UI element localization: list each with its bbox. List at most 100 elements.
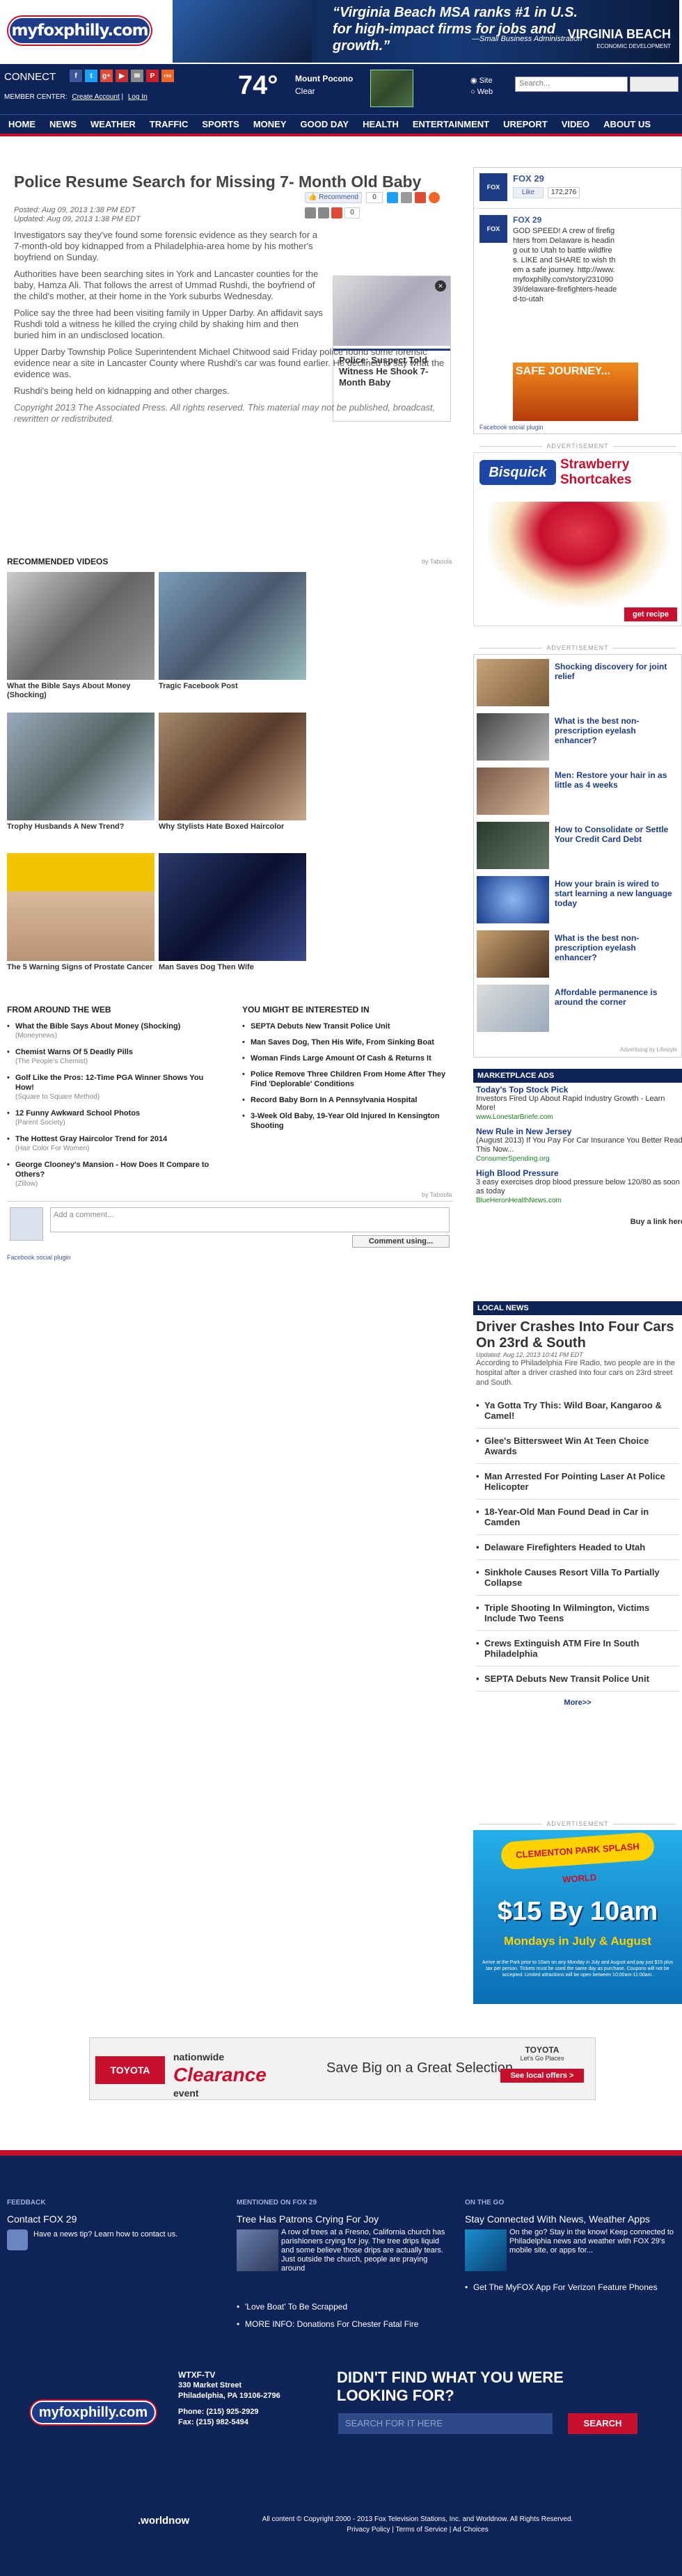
- recommended-video[interactable]: The 5 Warning Signs of Prostate Cancer: [7, 853, 154, 972]
- email-share-icon[interactable]: [401, 192, 412, 203]
- nav-health[interactable]: HEALTH: [356, 115, 406, 134]
- top-banner-ad[interactable]: “Virginia Beach MSA ranks #1 in U.S. for…: [173, 0, 679, 63]
- buy-link[interactable]: Buy a link here: [476, 1218, 682, 1227]
- create-account-link[interactable]: Create Account: [72, 93, 119, 101]
- email-icon[interactable]: [318, 207, 329, 218]
- list-item[interactable]: Glee's Bittersweet Win At Teen Choice Aw…: [476, 1429, 679, 1464]
- nav-entertainment[interactable]: ENTERTAINMENT: [406, 115, 496, 134]
- youtube-icon[interactable]: ▶: [116, 70, 128, 82]
- list-item[interactable]: What the Bible Says About Money (Shockin…: [7, 1021, 216, 1041]
- list-item[interactable]: The Hottest Gray Haircolor Trend for 201…: [7, 1134, 216, 1154]
- list-item[interactable]: Man Arrested For Pointing Laser At Polic…: [476, 1464, 679, 1500]
- list-item[interactable]: Sinkhole Causes Resort Villa To Partiall…: [476, 1560, 679, 1596]
- twitter-share-icon[interactable]: [387, 192, 398, 203]
- twitter-icon[interactable]: t: [85, 70, 97, 82]
- facebook-icon[interactable]: f: [70, 70, 82, 82]
- taboola-credit[interactable]: by Taboola: [422, 1191, 452, 1198]
- nav-home[interactable]: HOME: [1, 115, 42, 134]
- list-item[interactable]: Affordable permanence is around the corn…: [477, 985, 680, 1032]
- list-item[interactable]: 18-Year-Old Man Found Dead in Car in Cam…: [476, 1500, 679, 1535]
- weather-temp[interactable]: 74°: [238, 71, 278, 101]
- email-icon[interactable]: ✉: [131, 70, 143, 82]
- nav-video[interactable]: VIDEO: [555, 115, 596, 134]
- list-item[interactable]: SEPTA Debuts New Transit Police Unit: [242, 1021, 458, 1031]
- fox29-avatar[interactable]: FOX: [479, 215, 507, 243]
- get-recipe-button[interactable]: get recipe: [624, 607, 677, 621]
- login-link[interactable]: Log In: [128, 93, 148, 101]
- site-logo[interactable]: myfoxphilly.com: [8, 17, 151, 45]
- fox29-avatar[interactable]: FOX: [479, 173, 507, 201]
- list-item[interactable]: Crews Extinguish ATM Fire In South Phila…: [476, 1631, 679, 1667]
- footer-links[interactable]: Privacy Policy | Terms of Service | Ad C…: [237, 2525, 598, 2535]
- clementon-park-ad[interactable]: CLEMENTON PARK SPLASH WORLD $15 By 10am …: [473, 1830, 682, 2004]
- list-item[interactable]: Police Remove Three Children From Home A…: [242, 1070, 458, 1089]
- mentioned-headline[interactable]: Tree Has Patrons Crying For Joy: [237, 2214, 379, 2225]
- onthego-headline[interactable]: Stay Connected With News, Weather Apps: [465, 2214, 650, 2225]
- site-radio[interactable]: ◉ Site: [470, 75, 493, 86]
- recommended-video[interactable]: What the Bible Says About Money (Shockin…: [7, 572, 154, 700]
- footer-logo[interactable]: myfoxphilly.com: [31, 2401, 156, 2424]
- ad-credit[interactable]: Advertising by Lifestyle: [620, 1047, 677, 1053]
- fb-like-button[interactable]: Like: [513, 187, 544, 198]
- list-item[interactable]: What is the best non-prescription eyelas…: [477, 930, 680, 978]
- list-item[interactable]: MORE INFO: Donations For Chester Fatal F…: [237, 2319, 431, 2330]
- radar-map-thumbnail[interactable]: [370, 70, 413, 107]
- nav-traffic[interactable]: TRAFFIC: [143, 115, 196, 134]
- comment-using-button[interactable]: Comment using...: [352, 1235, 450, 1248]
- list-item[interactable]: 3-Week Old Baby, 19-Year Old Injured In …: [242, 1111, 458, 1131]
- list-item[interactable]: Shocking discovery for joint relief: [477, 659, 680, 706]
- nav-news[interactable]: NEWS: [42, 115, 84, 134]
- list-item[interactable]: George Clooney's Mansion - How Does It C…: [7, 1160, 216, 1189]
- fb-post-author[interactable]: FOX 29: [513, 215, 541, 225]
- recommended-video[interactable]: Trophy Husbands A New Trend?: [7, 713, 154, 832]
- list-item[interactable]: How to Consolidate or Settle Your Credit…: [477, 822, 680, 869]
- worldnow-logo[interactable]: .worldnow: [138, 2515, 189, 2527]
- list-item[interactable]: High Blood Pressure 3 easy exercises drop…: [476, 1169, 682, 1205]
- gmail-share-icon[interactable]: [415, 192, 426, 203]
- list-item[interactable]: New Rule in New Jersey (August 2013) If Y…: [476, 1127, 682, 1163]
- nav-good-day[interactable]: GOOD DAY: [294, 115, 356, 134]
- web-radio[interactable]: ○ Web: [470, 86, 493, 97]
- list-item[interactable]: Woman Finds Large Amount Of Cash & Retur…: [242, 1054, 458, 1063]
- list-item[interactable]: Golf Like the Pros: 12-Time PGA Winner S…: [7, 1073, 216, 1102]
- nav-about-us[interactable]: ABOUT US: [596, 115, 658, 134]
- list-item[interactable]: Man Saves Dog, Then His Wife, From Sinki…: [242, 1037, 458, 1047]
- recommended-video[interactable]: Tragic Facebook Post: [159, 572, 306, 691]
- comment-input[interactable]: Add a comment...: [50, 1207, 450, 1232]
- toyota-banner-ad[interactable]: TOYOTA nationwide Clearance event Save Big…: [89, 2037, 596, 2100]
- list-item[interactable]: SEPTA Debuts New Transit Police Unit: [476, 1667, 679, 1692]
- footer-search-input[interactable]: SEARCH FOR IT HERE: [338, 2413, 553, 2434]
- weather-location[interactable]: Mount Pocono Clear: [295, 72, 353, 97]
- list-item[interactable]: Get The MyFOX App For Verizon Feature Ph…: [465, 2282, 674, 2293]
- list-item[interactable]: 'Love Boat' To Be Scrapped: [237, 2302, 431, 2312]
- mentioned-thumb[interactable]: [237, 2229, 278, 2271]
- nav-sports[interactable]: SPORTS: [195, 115, 246, 134]
- footer-search-button[interactable]: SEARCH: [568, 2413, 637, 2434]
- search-button[interactable]: [630, 77, 679, 92]
- onthego-thumb[interactable]: [465, 2229, 507, 2271]
- contact-link[interactable]: Contact FOX 29: [7, 2214, 77, 2225]
- google-plus-icon[interactable]: [331, 207, 342, 218]
- list-item[interactable]: Today's Top Stock Pick Investors Fired Up…: [476, 1086, 682, 1122]
- list-item[interactable]: 12 Funny Awkward School Photos(Parent So…: [7, 1108, 216, 1128]
- rss-icon[interactable]: rss: [161, 70, 174, 82]
- nav-ureport[interactable]: UREPORT: [496, 115, 555, 134]
- more-link[interactable]: More>>: [476, 1699, 679, 1707]
- list-item[interactable]: Triple Shooting In Wilmington, Victims I…: [476, 1596, 679, 1631]
- pinterest-icon[interactable]: P: [146, 70, 159, 82]
- google-plus-icon[interactable]: g+: [100, 70, 113, 82]
- list-item[interactable]: Men: Restore your hair in as little as 4…: [477, 768, 680, 815]
- taboola-credit[interactable]: by Taboola: [422, 558, 452, 565]
- local-headline[interactable]: Driver Crashes Into Four Cars On 23rd & …: [476, 1319, 679, 1351]
- fb-recommend-button[interactable]: 👍 Recommend: [305, 192, 362, 203]
- list-item[interactable]: Chemist Warns Of 5 Deadly Pills(The Peop…: [7, 1047, 216, 1067]
- fb-post-image[interactable]: SAFE JOURNEY...: [513, 363, 638, 421]
- nav-weather[interactable]: WEATHER: [84, 115, 143, 134]
- nav-money[interactable]: MONEY: [246, 115, 294, 134]
- recommended-video[interactable]: Man Saves Dog Then Wife: [159, 853, 306, 972]
- list-item[interactable]: What is the best non-prescription eyelas…: [477, 713, 680, 761]
- list-item[interactable]: Delaware Firefighters Headed to Utah: [476, 1535, 679, 1560]
- list-item[interactable]: How your brain is wired to start learnin…: [477, 876, 680, 923]
- bisquick-ad[interactable]: Bisquick Strawberry Shortcakes get recip…: [473, 452, 682, 626]
- list-item[interactable]: Ya Gotta Try This: Wild Boar, Kangaroo &…: [476, 1393, 679, 1429]
